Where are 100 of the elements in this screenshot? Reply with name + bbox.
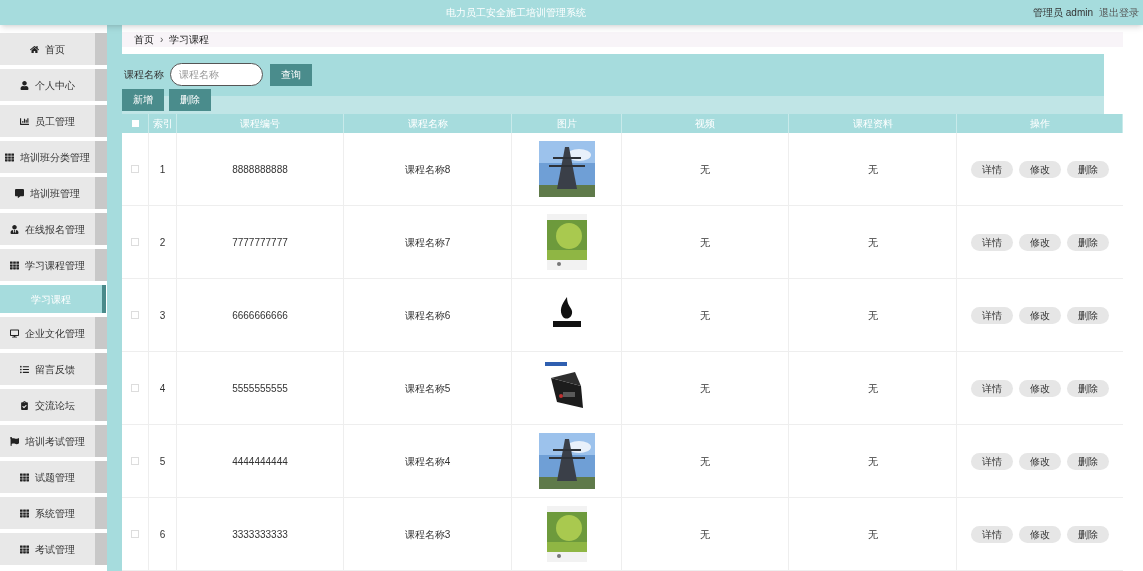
sidebar-item[interactable]: 学习课程管理 <box>0 249 107 281</box>
column-header: 课程资料 <box>852 116 893 131</box>
sidebar-item[interactable]: 首页 <box>0 33 107 65</box>
details-button[interactable]: 详情 <box>971 525 1013 543</box>
column-header: 课程名称 <box>407 116 448 131</box>
grid-icon <box>10 260 19 270</box>
material-cell-text: 无 <box>867 235 878 250</box>
sidebar-item[interactable]: 留言反馈 <box>0 353 107 385</box>
breadcrumb-separator: › <box>160 33 164 47</box>
code-cell-text: 6666666666 <box>232 308 288 323</box>
delete-button[interactable]: 删除 <box>1067 452 1109 470</box>
name-cell-text: 课程名称7 <box>404 235 451 250</box>
sidebar-item[interactable]: 在线报名管理 <box>0 213 107 245</box>
breadcrumb-item[interactable]: 学习课程 <box>169 32 210 47</box>
edit-button[interactable]: 修改 <box>1019 379 1061 397</box>
code-cell-text: 4444444444 <box>232 454 288 469</box>
sidebar-item[interactable]: 个人中心 <box>0 69 107 101</box>
search-field[interactable]: 课程名称 <box>170 63 263 87</box>
code-cell-text: 5555555555 <box>232 381 288 396</box>
row-checkbox[interactable] <box>131 311 139 319</box>
name-cell-text: 课程名称3 <box>404 527 451 542</box>
edit-button[interactable]: 修改 <box>1019 306 1061 324</box>
details-button[interactable]: 详情 <box>971 160 1013 178</box>
video-cell-text: 无 <box>700 235 710 250</box>
delete-button[interactable]: 删除 <box>1067 233 1109 251</box>
select-all-checkbox[interactable] <box>131 119 139 127</box>
flag-icon <box>10 436 19 446</box>
list-icon <box>20 364 29 374</box>
sidebar-item[interactable]: 系统管理 <box>0 497 107 529</box>
material-cell-text: 无 <box>867 308 878 323</box>
grid-icon <box>20 472 29 482</box>
row-checkbox[interactable] <box>131 238 139 246</box>
delete-button[interactable]: 删除 <box>1067 379 1109 397</box>
material-cell-text: 无 <box>867 381 878 396</box>
material-cell-text: 无 <box>867 454 878 469</box>
delete-button[interactable]: 删除 <box>1067 525 1109 543</box>
sidebar-item[interactable]: 交流论坛 <box>0 389 107 421</box>
name-cell-text: 课程名称6 <box>404 308 451 323</box>
clipboard-icon <box>20 400 29 410</box>
delete-button[interactable]: 删除 <box>1067 160 1109 178</box>
user-label: 管理员 admin <box>1033 6 1093 20</box>
material-cell-text: 无 <box>867 162 878 177</box>
search-label: 课程名称 <box>124 68 164 83</box>
column-header: 操作 <box>1029 116 1050 131</box>
delete-button[interactable]: 删除 <box>169 88 211 111</box>
grid-icon <box>20 508 29 518</box>
video-cell-text: 无 <box>700 381 710 396</box>
index-cell-text: 4 <box>159 381 166 396</box>
video-cell-text: 无 <box>700 308 710 323</box>
details-button[interactable]: 详情 <box>971 452 1013 470</box>
bar-chart-icon <box>20 116 29 126</box>
logout-link[interactable]: 退出登录 <box>1099 5 1139 20</box>
home-icon <box>30 44 39 54</box>
breadcrumb-item[interactable]: 首页 <box>134 32 154 47</box>
edit-button[interactable]: 修改 <box>1019 452 1061 470</box>
sidebar-item[interactable]: 试题管理 <box>0 461 107 493</box>
index-cell-text: 1 <box>159 162 166 177</box>
index-cell-text: 6 <box>159 527 166 542</box>
row-checkbox[interactable] <box>131 457 139 465</box>
code-cell-text: 3333333333 <box>232 527 288 542</box>
monitor-icon <box>10 328 19 338</box>
name-cell-text: 课程名称8 <box>404 162 451 177</box>
index-cell-text: 3 <box>159 308 166 323</box>
name-cell-text: 课程名称4 <box>404 454 451 469</box>
chat-icon <box>15 188 24 198</box>
material-cell-text: 无 <box>867 527 878 542</box>
search-button[interactable]: 查询 <box>270 63 312 86</box>
sidebar-item[interactable]: 培训考试管理 <box>0 425 107 457</box>
name-cell-text: 课程名称5 <box>404 381 451 396</box>
video-cell-text: 无 <box>700 162 710 177</box>
video-cell-text: 无 <box>700 454 710 469</box>
sidebar-item[interactable]: 员工管理 <box>0 105 107 137</box>
sidebar-item[interactable]: 考试管理 <box>0 533 107 565</box>
user-icon <box>20 80 29 90</box>
edit-button[interactable]: 修改 <box>1019 160 1061 178</box>
delete-button[interactable]: 删除 <box>1067 306 1109 324</box>
person-icon <box>10 224 19 234</box>
code-cell-text: 8888888888 <box>232 162 288 177</box>
column-header: 图片 <box>556 116 577 131</box>
video-cell-text: 无 <box>700 527 710 542</box>
details-button[interactable]: 详情 <box>971 233 1013 251</box>
code-cell-text: 7777777777 <box>232 235 288 250</box>
details-button[interactable]: 详情 <box>971 379 1013 397</box>
index-cell-text: 5 <box>159 454 166 469</box>
column-header: 课程编号 <box>240 116 280 131</box>
details-button[interactable]: 详情 <box>971 306 1013 324</box>
column-header: 视频 <box>695 116 715 131</box>
index-cell-text: 2 <box>159 235 166 250</box>
edit-button[interactable]: 修改 <box>1019 525 1061 543</box>
edit-button[interactable]: 修改 <box>1019 233 1061 251</box>
sidebar-item[interactable]: 企业文化管理 <box>0 317 107 349</box>
grid-icon <box>20 544 29 554</box>
row-checkbox[interactable] <box>131 530 139 538</box>
row-checkbox[interactable] <box>131 384 139 392</box>
sidebar-item[interactable]: 培训班分类管理 <box>0 141 107 173</box>
column-header: 索引 <box>152 116 173 131</box>
grid-icon <box>5 152 14 162</box>
row-checkbox[interactable] <box>131 165 139 173</box>
add-button[interactable]: 新增 <box>122 88 164 111</box>
sidebar-item[interactable]: 培训班管理 <box>0 177 107 209</box>
